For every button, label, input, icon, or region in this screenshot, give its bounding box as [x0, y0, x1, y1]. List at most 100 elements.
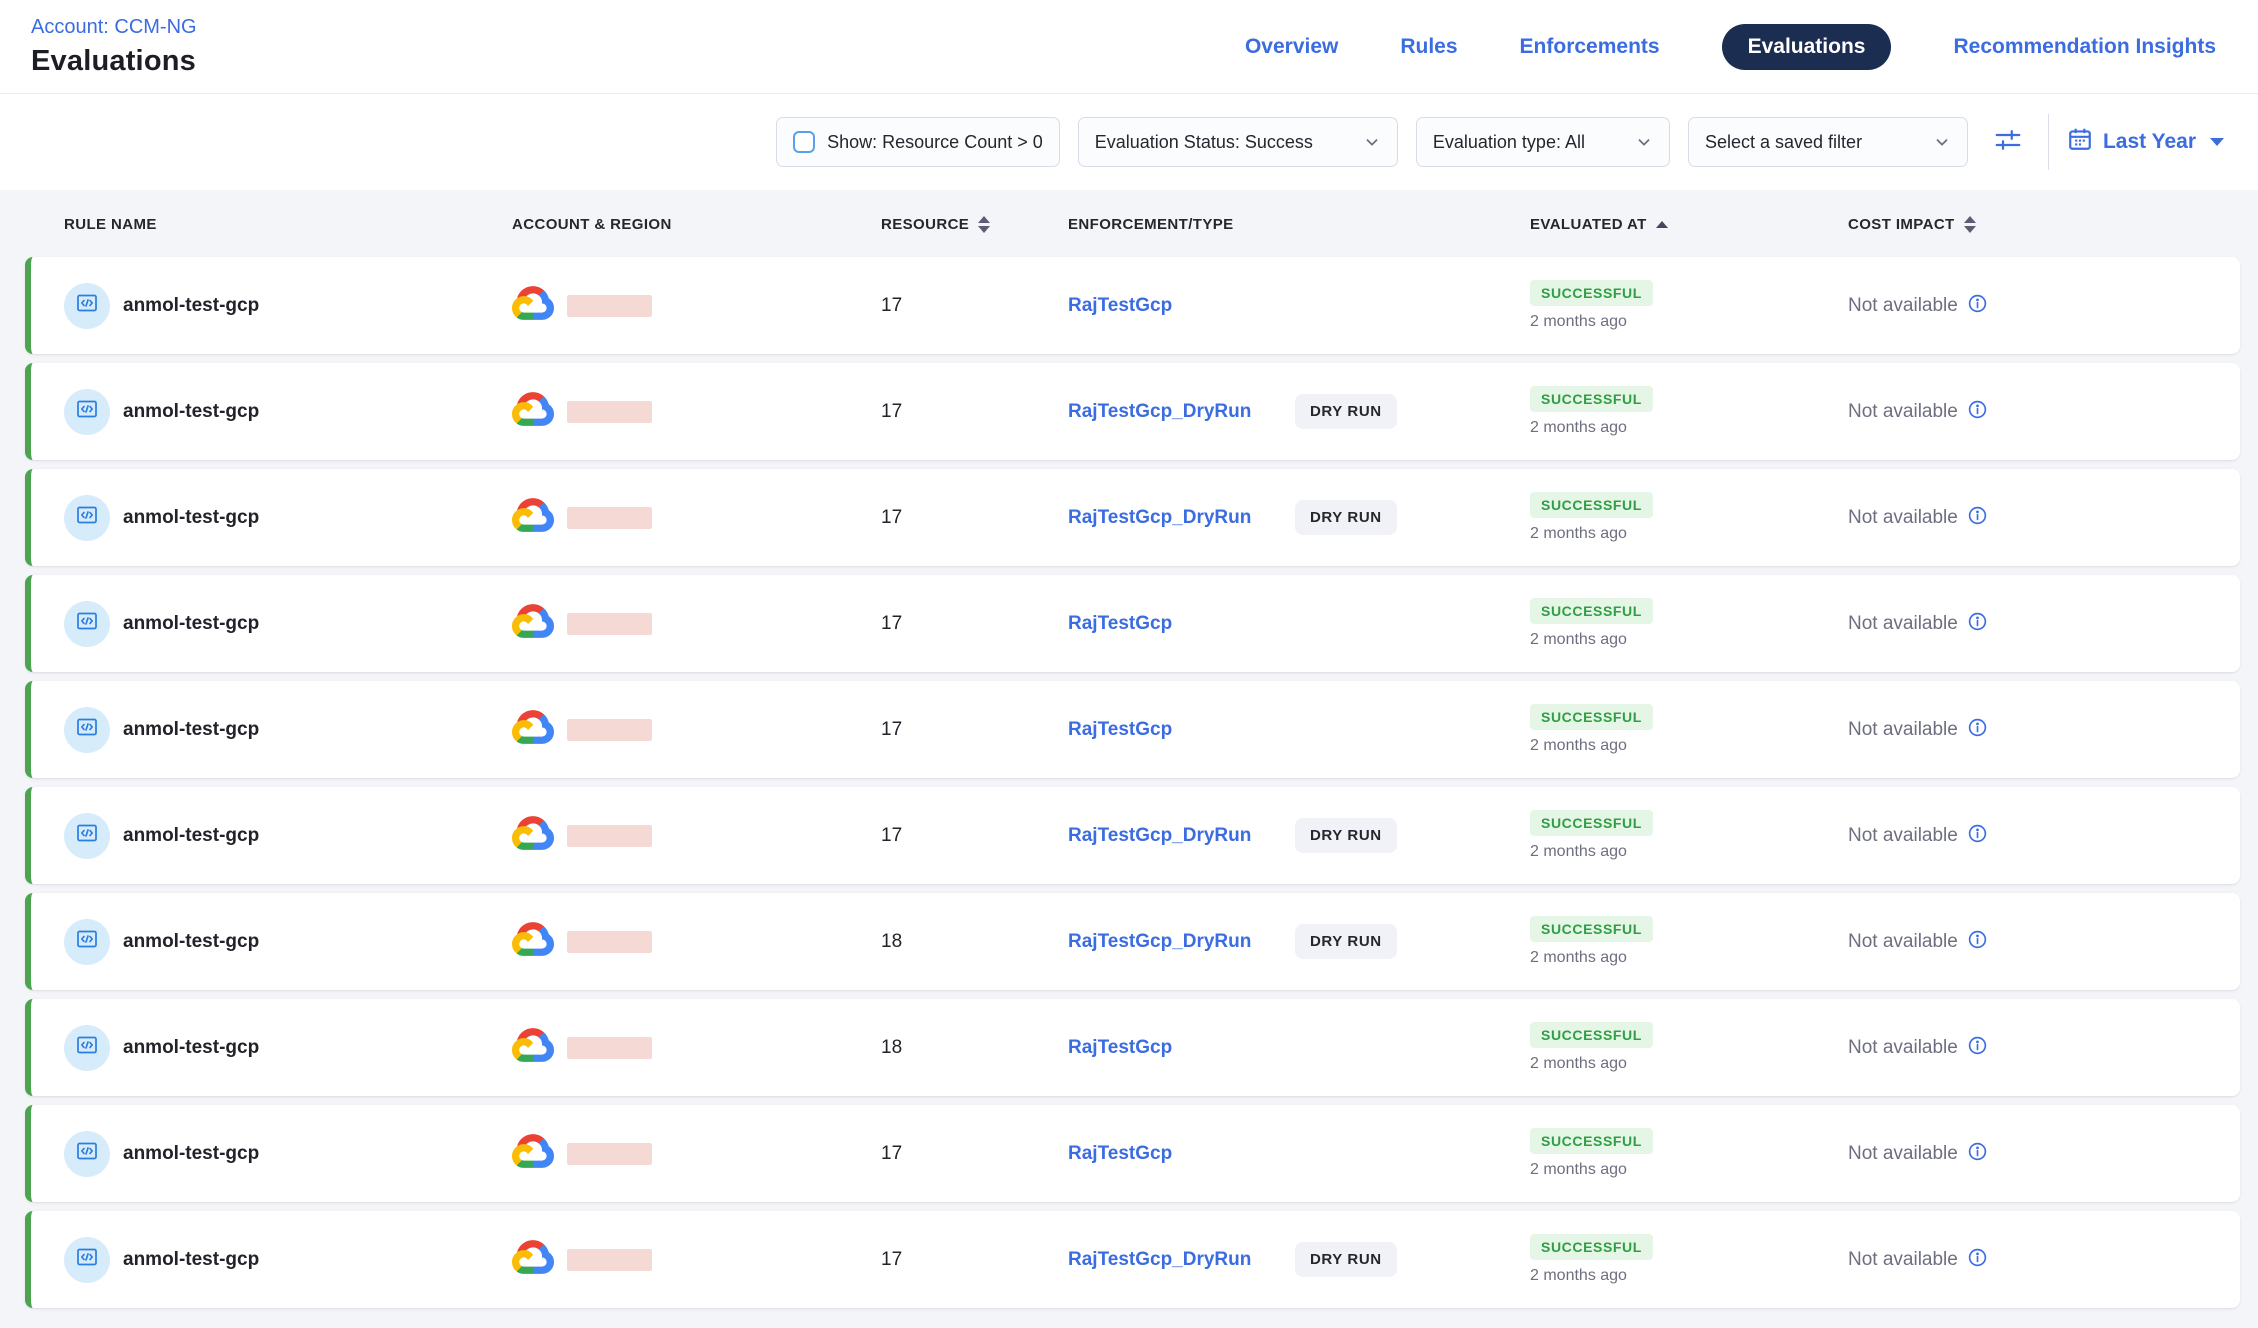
evaluation-row[interactable]: anmol-test-gcp 17 RajTestGcp_DryRun DRY … — [25, 787, 2240, 884]
rule-avatar — [64, 813, 110, 859]
top-nav: Overview Rules Enforcements Evaluations … — [1245, 24, 2258, 70]
column-header-label: RESOURCE — [881, 216, 969, 233]
status-badge: SUCCESSFUL — [1530, 810, 1653, 836]
nav-tab[interactable]: Overview — [1245, 24, 1338, 70]
filter-settings-button[interactable] — [1986, 120, 2030, 164]
resource-count-label: Show: Resource Count > 0 — [827, 132, 1043, 153]
rule-avatar — [64, 389, 110, 435]
evaluations-table: RULE NAME ACCOUNT & REGION RESOURCE ENFO… — [0, 190, 2258, 1328]
status-badge: SUCCESSFUL — [1530, 1128, 1653, 1154]
dry-run-badge: DRY RUN — [1295, 818, 1397, 853]
evaluation-row[interactable]: anmol-test-gcp 17 RajTestGcp_DryRun DRY … — [25, 1211, 2240, 1308]
enforcement-link[interactable]: RajTestGcp — [1068, 719, 1172, 740]
evaluation-row[interactable]: anmol-test-gcp 17 RajTestGcp SUCCESSFUL … — [25, 681, 2240, 778]
resource-count: 17 — [881, 1249, 1068, 1271]
enforcement-link[interactable]: RajTestGcp_DryRun — [1068, 825, 1251, 846]
info-circle-icon[interactable] — [1967, 717, 1988, 743]
divider — [2048, 114, 2049, 170]
evaluation-row[interactable]: anmol-test-gcp 17 RajTestGcp_DryRun DRY … — [25, 363, 2240, 460]
evaluation-row[interactable]: anmol-test-gcp 18 RajTestGcp_DryRun DRY … — [25, 893, 2240, 990]
info-circle-icon[interactable] — [1967, 399, 1988, 425]
info-circle-icon[interactable] — [1967, 611, 1988, 637]
gcp-logo-icon — [512, 1240, 554, 1279]
info-circle-icon[interactable] — [1967, 929, 1988, 955]
resource-count: 18 — [881, 931, 1068, 953]
code-rule-icon — [75, 291, 99, 320]
resource-count-filter[interactable]: Show: Resource Count > 0 — [776, 117, 1060, 167]
chevron-down-icon — [1635, 133, 1653, 151]
top-header: Account: CCM-NG Evaluations Overview Rul… — [0, 0, 2258, 94]
resource-count: 18 — [881, 1037, 1068, 1059]
column-header[interactable]: RESOURCE — [881, 216, 1068, 233]
column-header[interactable]: EVALUATED AT — [1530, 216, 1848, 233]
gcp-logo-icon — [512, 286, 554, 325]
calendar-icon — [2067, 126, 2093, 158]
breadcrumb-account-link[interactable]: Account: CCM-NG — [31, 16, 197, 39]
account-region-redacted — [567, 719, 652, 741]
nav-tab[interactable]: Evaluations — [1722, 24, 1892, 70]
nav-tab[interactable]: Rules — [1400, 24, 1457, 70]
dry-run-badge: DRY RUN — [1295, 924, 1397, 959]
enforcement-link[interactable]: RajTestGcp — [1068, 1037, 1172, 1058]
info-circle-icon[interactable] — [1967, 1035, 1988, 1061]
cost-impact-value: Not available — [1848, 613, 1958, 635]
code-rule-icon — [75, 1245, 99, 1274]
status-badge: SUCCESSFUL — [1530, 916, 1653, 942]
gcp-logo-icon — [512, 1134, 554, 1173]
evaluated-time: 2 months ago — [1530, 419, 1627, 437]
column-header-label: ACCOUNT & REGION — [512, 216, 672, 233]
info-circle-icon[interactable] — [1967, 1141, 1988, 1167]
rule-avatar — [64, 919, 110, 965]
enforcement-link[interactable]: RajTestGcp_DryRun — [1068, 401, 1251, 422]
resource-count-checkbox[interactable] — [793, 131, 815, 153]
evaluated-time: 2 months ago — [1530, 843, 1627, 861]
enforcement-link[interactable]: RajTestGcp — [1068, 613, 1172, 634]
date-range-value: Last Year — [2103, 130, 2196, 154]
cost-impact-value: Not available — [1848, 295, 1958, 317]
nav-tab[interactable]: Enforcements — [1520, 24, 1660, 70]
evaluation-row[interactable]: anmol-test-gcp 17 RajTestGcp_DryRun DRY … — [25, 469, 2240, 566]
info-circle-icon[interactable] — [1967, 1247, 1988, 1273]
evaluation-row[interactable]: anmol-test-gcp 17 RajTestGcp SUCCESSFUL … — [25, 575, 2240, 672]
enforcement-link[interactable]: RajTestGcp — [1068, 295, 1172, 316]
rule-name: anmol-test-gcp — [123, 295, 259, 317]
resource-count: 17 — [881, 825, 1068, 847]
evaluated-time: 2 months ago — [1530, 1161, 1627, 1179]
evaluation-row[interactable]: anmol-test-gcp 17 RajTestGcp SUCCESSFUL … — [25, 1105, 2240, 1202]
gcp-logo-icon — [512, 498, 554, 537]
enforcement-link[interactable]: RajTestGcp_DryRun — [1068, 931, 1251, 952]
sort-both-icon[interactable] — [1964, 216, 1976, 233]
info-circle-icon[interactable] — [1967, 505, 1988, 531]
evaluation-status-value: Evaluation Status: Success — [1095, 132, 1313, 153]
date-range-picker[interactable]: Last Year — [2067, 126, 2238, 158]
table-header-row: RULE NAME ACCOUNT & REGION RESOURCE ENFO… — [25, 190, 2240, 257]
info-circle-icon[interactable] — [1967, 823, 1988, 849]
column-header[interactable]: COST IMPACT — [1848, 216, 2240, 233]
evaluation-row[interactable]: anmol-test-gcp 17 RajTestGcp SUCCESSFUL … — [25, 257, 2240, 354]
sort-both-icon[interactable] — [978, 216, 990, 233]
nav-tab[interactable]: Recommendation Insights — [1953, 24, 2216, 70]
code-rule-icon — [75, 503, 99, 532]
enforcement-link[interactable]: RajTestGcp_DryRun — [1068, 507, 1251, 528]
column-header[interactable]: ENFORCEMENT/TYPE — [1068, 216, 1530, 233]
evaluated-time: 2 months ago — [1530, 737, 1627, 755]
enforcement-link[interactable]: RajTestGcp — [1068, 1143, 1172, 1164]
account-region-redacted — [567, 1037, 652, 1059]
resource-count: 17 — [881, 1143, 1068, 1165]
evaluation-row[interactable]: anmol-test-gcp 18 RajTestGcp SUCCESSFUL … — [25, 999, 2240, 1096]
saved-filter-dropdown[interactable]: Select a saved filter — [1688, 117, 1968, 167]
evaluation-status-dropdown[interactable]: Evaluation Status: Success — [1078, 117, 1398, 167]
column-header[interactable]: RULE NAME — [64, 216, 512, 233]
caret-down-icon — [2210, 138, 2224, 146]
evaluation-type-dropdown[interactable]: Evaluation type: All — [1416, 117, 1670, 167]
status-badge: SUCCESSFUL — [1530, 1022, 1653, 1048]
sort-asc-icon[interactable] — [1656, 221, 1668, 228]
evaluated-time: 2 months ago — [1530, 631, 1627, 649]
resource-count: 17 — [881, 613, 1068, 635]
gcp-logo-icon — [512, 392, 554, 431]
info-circle-icon[interactable] — [1967, 293, 1988, 319]
account-region-redacted — [567, 825, 652, 847]
column-header-label: EVALUATED AT — [1530, 216, 1647, 233]
column-header[interactable]: ACCOUNT & REGION — [512, 216, 881, 233]
enforcement-link[interactable]: RajTestGcp_DryRun — [1068, 1249, 1251, 1270]
